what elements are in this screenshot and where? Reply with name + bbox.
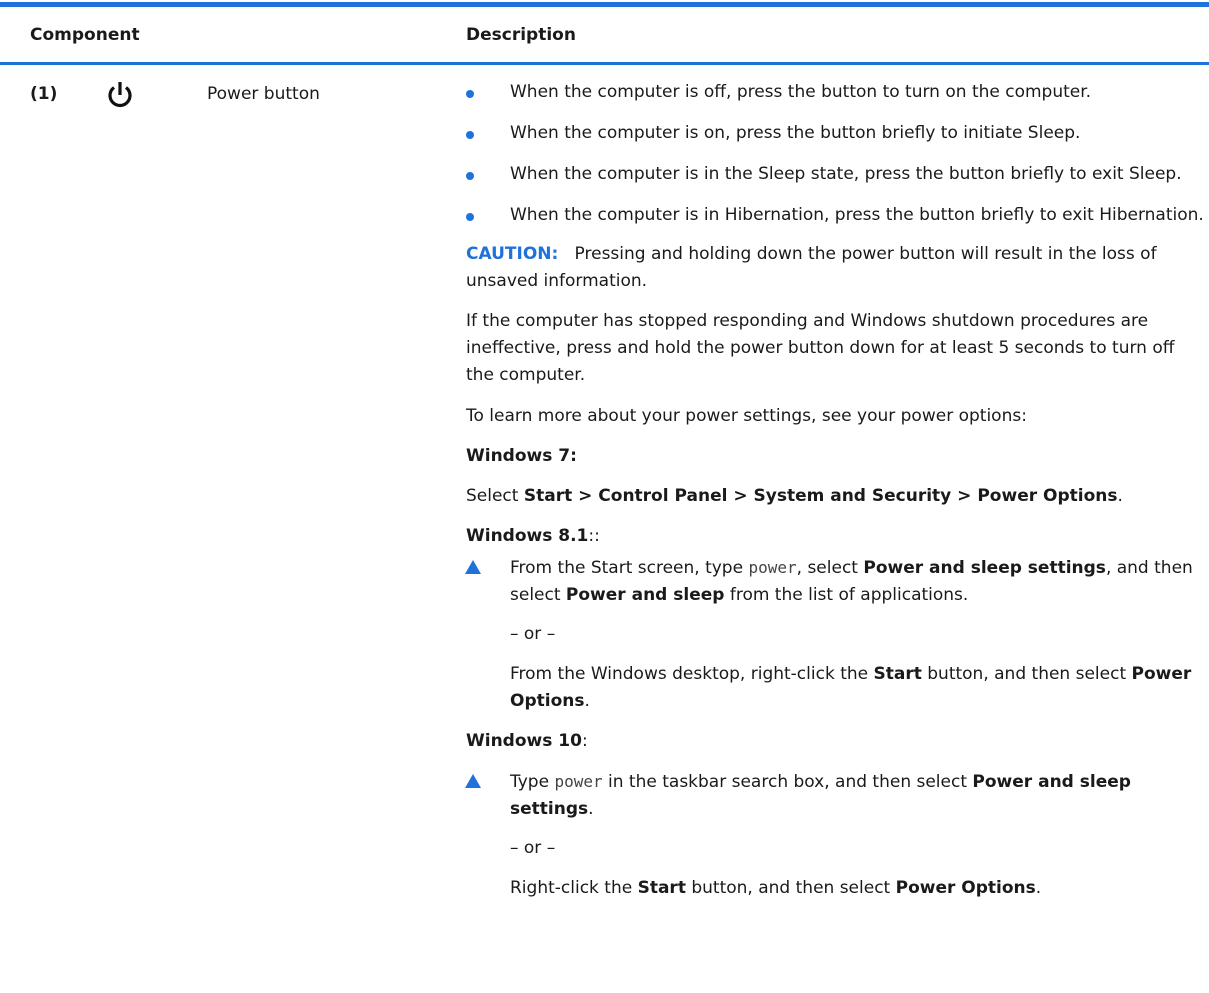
win10-heading: Windows 10 bbox=[466, 731, 582, 751]
bullet-dot bbox=[466, 90, 474, 98]
bullet-dot bbox=[466, 213, 474, 221]
win10-step-text-a: Type bbox=[510, 772, 555, 792]
win10-alt-text-c: . bbox=[1035, 878, 1042, 898]
win10-alt-text-a: Right-click the bbox=[510, 878, 638, 898]
bullet-dot bbox=[466, 172, 474, 180]
para-stopped-responding: If the computer has stopped responding a… bbox=[466, 311, 1175, 385]
win81-heading-line: Windows 8.1:: bbox=[466, 523, 1201, 550]
table-top-rule bbox=[0, 2, 1209, 7]
bullet-dot bbox=[466, 131, 474, 139]
win10-heading-suffix: : bbox=[581, 731, 588, 751]
win7-path: Start > Control Panel > System and Secur… bbox=[523, 486, 1118, 506]
win10-alt-bold-2: Power Options bbox=[895, 878, 1036, 898]
win10-step: Type power in the taskbar search box, an… bbox=[510, 768, 1200, 823]
caution-text: Pressing and holding down the power butt… bbox=[466, 244, 1157, 291]
win81-step-text-d: from the list of applications. bbox=[724, 585, 969, 605]
win81-alt-text-c: . bbox=[584, 691, 590, 711]
win10-alternative: Right-click the Start button, and then s… bbox=[510, 875, 1200, 902]
win7-suffix: . bbox=[1117, 486, 1123, 506]
win10-heading-line: Windows 10: bbox=[466, 728, 1201, 755]
win81-step-bold-1: Power and sleep settings bbox=[863, 558, 1106, 578]
bullet-text-2: When the computer is on, press the butto… bbox=[510, 123, 1081, 143]
win81-or: – or – bbox=[510, 624, 556, 644]
win81-heading: Windows 8.1 bbox=[466, 526, 589, 546]
win10-alt-text-b: button, and then select bbox=[685, 878, 896, 898]
table-header-rule bbox=[0, 62, 1209, 65]
win10-or: – or – bbox=[510, 838, 556, 858]
win7-heading: Windows 7: bbox=[466, 446, 577, 466]
win10-step-text-b: in the taskbar search box, and then sele… bbox=[602, 772, 973, 792]
power-icon bbox=[108, 82, 132, 108]
win81-alt-bold-1: Start bbox=[873, 664, 922, 684]
win10-alt-bold-1: Start bbox=[637, 878, 686, 898]
caution-note: CAUTION: Pressing and holding down the p… bbox=[466, 241, 1201, 295]
win81-alt-text-a: From the Windows desktop, right-click th… bbox=[510, 664, 874, 684]
para-learn-more: To learn more about your power settings,… bbox=[466, 406, 1027, 426]
bullet-text-4: When the computer is in Hibernation, pre… bbox=[510, 205, 1204, 225]
component-name: Power button bbox=[207, 84, 320, 104]
win81-step-text-a: From the Start screen, type bbox=[510, 558, 749, 578]
bullet-text-1: When the computer is off, press the butt… bbox=[510, 82, 1092, 102]
component-number: (1) bbox=[30, 84, 58, 104]
win81-alt-text-b: button, and then select bbox=[921, 664, 1132, 684]
win10-step-text-c: . bbox=[588, 799, 594, 819]
win7-select-prefix: Select bbox=[466, 486, 524, 506]
triangle-step-icon bbox=[465, 774, 481, 788]
win10-code: power bbox=[554, 772, 603, 791]
win81-step-bold-2: Power and sleep bbox=[565, 585, 725, 605]
triangle-step-icon bbox=[465, 560, 481, 574]
caution-label: CAUTION: bbox=[466, 244, 559, 264]
bullet-text-3: When the computer is in the Sleep state,… bbox=[510, 164, 1182, 184]
header-component: Component bbox=[30, 25, 140, 45]
win81-code: power bbox=[748, 558, 797, 577]
header-description: Description bbox=[466, 25, 576, 45]
win7-instruction: Select Start > Control Panel > System an… bbox=[466, 483, 1201, 510]
win81-alternative: From the Windows desktop, right-click th… bbox=[510, 661, 1200, 715]
win81-step: From the Start screen, type power, selec… bbox=[510, 554, 1200, 609]
win81-step-text-b: , select bbox=[796, 558, 864, 578]
win81-heading-suffix: :: bbox=[588, 526, 600, 546]
